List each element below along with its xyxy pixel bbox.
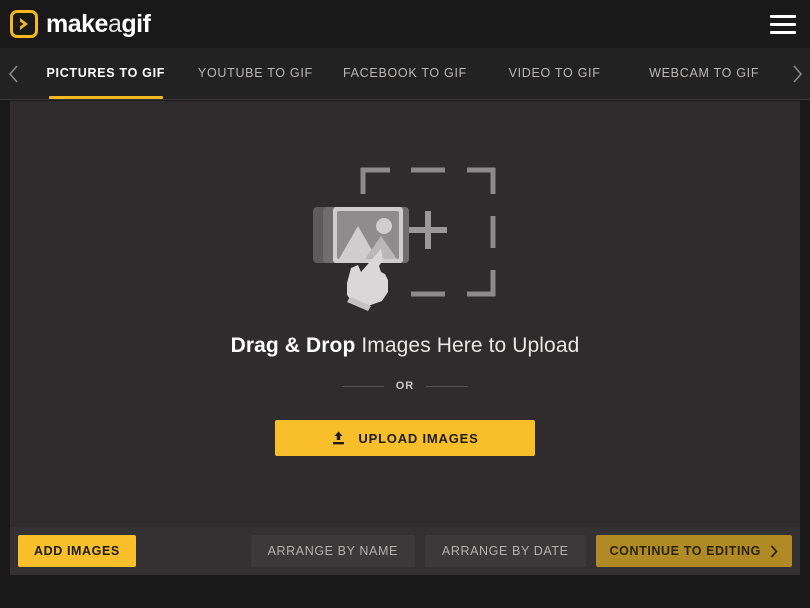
tab-label: WEBCAM TO GIF	[649, 65, 760, 80]
divider-label: OR	[395, 380, 415, 392]
logo-text-make: make	[46, 9, 108, 38]
dropzone-headline-strong: Drag & Drop	[230, 334, 356, 357]
arrange-by-name-label: ARRANGE BY NAME	[267, 544, 398, 558]
app-window: makeagif PICTURES TO GIF YOUTUBE TO GIF …	[0, 0, 810, 608]
mode-tabbar: PICTURES TO GIF YOUTUBE TO GIF FACEBOOK …	[0, 48, 810, 100]
upload-images-button-label: UPLOAD IMAGES	[358, 430, 479, 446]
chevron-right-icon[interactable]	[784, 48, 810, 99]
toolbar-right-group: ARRANGE BY NAME ARRANGE BY DATE CONTINUE…	[250, 535, 792, 567]
logo-wordmark: makeagif	[46, 9, 151, 38]
continue-to-editing-label: CONTINUE TO EDITING	[609, 544, 761, 558]
site-header: makeagif	[0, 0, 810, 48]
tab-label: FACEBOOK TO GIF	[343, 65, 467, 80]
tab-label: YOUTUBE TO GIF	[197, 65, 313, 80]
dropzone[interactable]: Drag & Drop Images Here to Upload OR UPL…	[10, 101, 800, 527]
arrange-by-name-button[interactable]: ARRANGE BY NAME	[250, 535, 415, 567]
editor-stage: Drag & Drop Images Here to Upload OR UPL…	[10, 101, 800, 527]
tab-webcam-to-gif[interactable]: WEBCAM TO GIF	[629, 48, 779, 99]
toolbar-left-group: ADD IMAGES	[18, 535, 136, 567]
arrange-by-date-label: ARRANGE BY DATE	[441, 544, 569, 558]
site-logo[interactable]: makeagif	[10, 9, 151, 38]
tab-list: PICTURES TO GIF YOUTUBE TO GIF FACEBOOK …	[26, 48, 784, 99]
logo-text-gif: gif	[121, 9, 151, 38]
hamburger-line	[770, 22, 796, 26]
dropzone-headline: Drag & Drop Images Here to Upload	[231, 334, 580, 358]
bottom-toolbar: ADD IMAGES ARRANGE BY NAME ARRANGE BY DA…	[10, 527, 800, 575]
dropzone-headline-rest: Images Here to Upload	[355, 334, 580, 357]
upload-images-button[interactable]: UPLOAD IMAGES	[275, 420, 535, 456]
tab-facebook-to-gif[interactable]: FACEBOOK TO GIF	[330, 48, 480, 99]
divider-line-right	[426, 385, 469, 387]
hamburger-line	[770, 14, 796, 18]
arrange-by-date-button[interactable]: ARRANGE BY DATE	[424, 535, 586, 567]
continue-to-editing-button[interactable]: CONTINUE TO EDITING	[595, 535, 792, 567]
divider-line-left	[341, 385, 384, 387]
add-images-button[interactable]: ADD IMAGES	[18, 535, 136, 567]
add-images-button-label: ADD IMAGES	[34, 544, 120, 558]
tab-video-to-gif[interactable]: VIDEO TO GIF	[480, 48, 630, 99]
upload-icon	[331, 431, 346, 446]
or-divider: OR	[341, 380, 469, 392]
tab-label: VIDEO TO GIF	[508, 65, 601, 80]
hamburger-line	[770, 30, 796, 34]
hamburger-menu-icon[interactable]	[770, 13, 796, 35]
tab-pictures-to-gif[interactable]: PICTURES TO GIF	[31, 48, 181, 99]
play-chevron-icon	[10, 10, 38, 38]
tab-youtube-to-gif[interactable]: YOUTUBE TO GIF	[181, 48, 331, 99]
tab-label: PICTURES TO GIF	[46, 65, 166, 80]
chevron-left-icon[interactable]	[0, 48, 26, 99]
chevron-right-icon	[770, 544, 778, 558]
image-upload-pointer-icon	[295, 162, 515, 312]
logo-text-a: a	[107, 9, 122, 38]
